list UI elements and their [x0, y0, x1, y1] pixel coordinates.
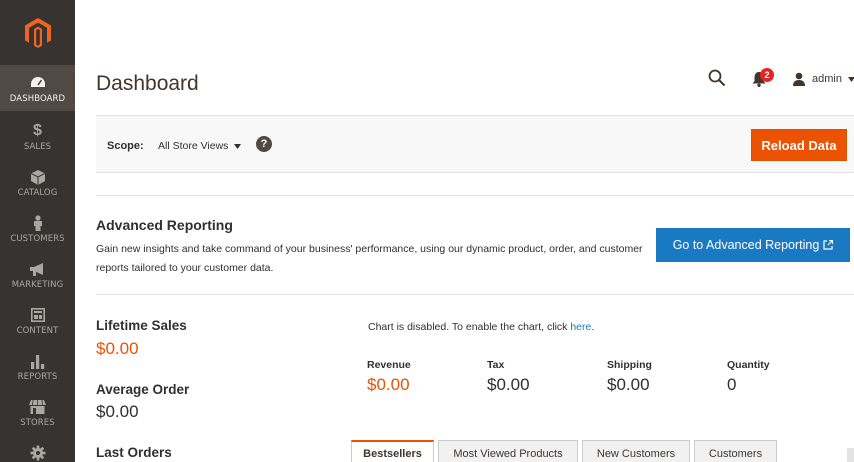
nav-sales[interactable]: $ SALES	[0, 113, 75, 159]
nav-content[interactable]: CONTENT	[0, 297, 75, 343]
nav-reports[interactable]: REPORTS	[0, 343, 75, 389]
store-view-selected: All Store Views	[158, 140, 229, 152]
store-view-switcher[interactable]: All Store Views	[158, 140, 242, 152]
total-label: Revenue	[367, 359, 411, 371]
nav-label: CATALOG	[17, 188, 58, 198]
layout-icon	[30, 307, 45, 323]
person-icon	[33, 215, 43, 231]
scrollbar-handle[interactable]	[847, 448, 854, 462]
gauge-icon	[30, 75, 46, 91]
advanced-reporting-description: Gain new insights and take command of yo…	[96, 243, 643, 274]
megaphone-icon	[29, 261, 46, 277]
magento-logo-icon	[24, 17, 51, 48]
average-order-label: Average Order	[96, 382, 190, 397]
advanced-reporting-title: Advanced Reporting	[96, 217, 233, 233]
total-value: $0.00	[607, 375, 650, 394]
nav-system[interactable]	[0, 435, 75, 462]
reload-data-button[interactable]: Reload Data	[751, 129, 847, 161]
admin-user-name: admin	[812, 73, 842, 85]
last-orders-label: Last Orders	[96, 445, 172, 460]
caret-down-icon	[234, 143, 242, 149]
dollar-icon: $	[33, 122, 42, 139]
nav-stores[interactable]: STORES	[0, 389, 75, 435]
store-scope-bar: Scope: All Store Views ? Reload Data	[96, 115, 854, 173]
total-value: 0	[727, 375, 737, 394]
go-to-advanced-reporting-button[interactable]: Go to Advanced Reporting	[656, 228, 850, 262]
average-order-value: $0.00	[96, 402, 139, 421]
storefront-icon	[29, 399, 46, 415]
lifetime-sales-value: $0.00	[96, 339, 139, 358]
admin-user-menu[interactable]: admin	[792, 70, 854, 88]
nav-label: REPORTS	[17, 372, 58, 382]
total-label: Shipping	[607, 359, 652, 371]
total-tax: Tax $0.00	[487, 359, 530, 395]
global-search-button[interactable]	[708, 69, 728, 89]
notifications-count-badge: 2	[760, 68, 774, 82]
enable-chart-link[interactable]: here	[570, 321, 591, 333]
caret-down-icon	[847, 76, 854, 82]
chart-disabled-text: Chart is disabled. To enable the chart, …	[368, 321, 568, 333]
gear-icon	[30, 445, 46, 461]
total-value: $0.00	[487, 375, 530, 394]
advanced-reporting-button-label: Go to Advanced Reporting	[672, 238, 820, 252]
nav-label: STORES	[20, 418, 55, 428]
total-value: $0.00	[367, 375, 410, 394]
user-icon	[793, 72, 805, 86]
total-revenue: Revenue $0.00	[367, 359, 411, 395]
total-quantity: Quantity 0	[727, 359, 770, 395]
nav-customers[interactable]: CUSTOMERS	[0, 205, 75, 251]
nav-label: SALES	[23, 142, 52, 152]
external-link-icon	[823, 240, 834, 250]
magento-logo[interactable]	[0, 0, 75, 65]
total-shipping: Shipping $0.00	[607, 359, 652, 395]
page-title: Dashboard	[96, 72, 199, 95]
nav-catalog[interactable]: CATALOG	[0, 159, 75, 205]
nav-marketing[interactable]: MARKETING	[0, 251, 75, 297]
dashboard-totals: Revenue $0.00 Tax $0.00 Shipping $0.00 Q…	[367, 359, 847, 399]
total-label: Tax	[487, 359, 505, 371]
section-divider	[96, 195, 854, 196]
nav-label: CUSTOMERS	[10, 234, 65, 244]
bar-chart-icon	[30, 353, 45, 369]
nav-label: DASHBOARD	[9, 94, 66, 104]
box-icon	[30, 169, 45, 185]
help-icon[interactable]: ?	[256, 136, 272, 152]
chart-disabled-message: Chart is disabled. To enable the chart, …	[368, 321, 594, 333]
tab-bestsellers[interactable]: Bestsellers	[351, 440, 434, 462]
nav-dashboard[interactable]: DASHBOARD	[0, 65, 75, 111]
nav-label: MARKETING	[11, 280, 64, 290]
tab-customers[interactable]: Customers	[694, 440, 777, 462]
scope-label: Scope:	[107, 140, 144, 152]
tab-most-viewed-products[interactable]: Most Viewed Products	[438, 440, 578, 462]
total-label: Quantity	[727, 359, 770, 371]
section-divider	[96, 294, 854, 295]
admin-sidebar: DASHBOARD $ SALES CATALOG CUSTOMERS MARK…	[0, 0, 75, 462]
search-icon	[708, 69, 726, 87]
tab-new-customers[interactable]: New Customers	[582, 440, 690, 462]
lifetime-sales-label: Lifetime Sales	[96, 318, 187, 333]
nav-label: CONTENT	[16, 326, 59, 336]
chart-disabled-suffix: .	[591, 321, 595, 333]
